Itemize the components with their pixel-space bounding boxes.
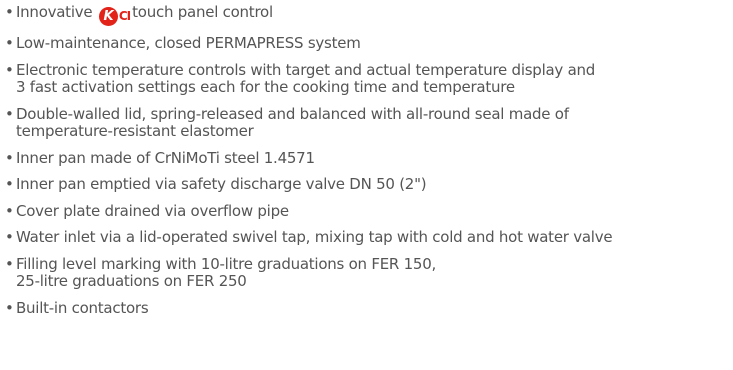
feature-line: Inner pan emptied via safety discharge v…	[16, 175, 427, 193]
feature-contactors: Built-in contactors	[5, 298, 733, 318]
feature-inner-pan-steel: Inner pan made of CrNiMoTi steel 1.4571	[5, 148, 733, 168]
feature-list: Innovative KCItouch panel control Low-ma…	[0, 0, 733, 317]
feature-line: Double-walled lid, spring-released and b…	[16, 104, 569, 123]
feature-temperature-controls: Electronic temperature controls with tar…	[5, 60, 733, 97]
feature-line: Water inlet via a lid-operated swivel ta…	[16, 228, 613, 246]
feature-text-before-logo: Innovative	[16, 3, 93, 21]
feature-line: Built-in contactors	[16, 298, 149, 317]
feature-line: Inner pan made of CrNiMoTi steel 1.4571	[16, 148, 315, 167]
feature-line: 3 fast activation settings each for the …	[16, 78, 515, 96]
feature-line: Low-maintenance, closed PERMAPRESS syste…	[16, 34, 361, 52]
feature-line: temperature-resistant elastomer	[16, 122, 254, 140]
feature-double-walled-lid: Double-walled lid, spring-released and b…	[5, 104, 733, 141]
feature-text-after-logo: touch panel control	[132, 3, 273, 21]
feature-water-inlet: Water inlet via a lid-operated swivel ta…	[5, 228, 733, 247]
feature-permapress: Low-maintenance, closed PERMAPRESS syste…	[5, 34, 733, 53]
feature-line: Innovative KCItouch panel control	[16, 3, 733, 26]
feature-line: 25-litre graduations on FER 250	[16, 272, 247, 290]
feature-overflow-pipe: Cover plate drained via overflow pipe	[5, 201, 733, 221]
feature-discharge-valve: Inner pan emptied via safety discharge v…	[5, 175, 733, 194]
feature-filling-level: Filling level marking with 10-litre grad…	[5, 254, 733, 291]
feature-line: Electronic temperature controls with tar…	[16, 60, 596, 79]
feature-touch-panel: Innovative KCItouch panel control	[5, 3, 733, 26]
kci-logo: K CI	[98, 7, 131, 26]
feature-line: Cover plate drained via overflow pipe	[16, 201, 289, 220]
feature-line: Filling level marking with 10-litre grad…	[16, 254, 437, 273]
